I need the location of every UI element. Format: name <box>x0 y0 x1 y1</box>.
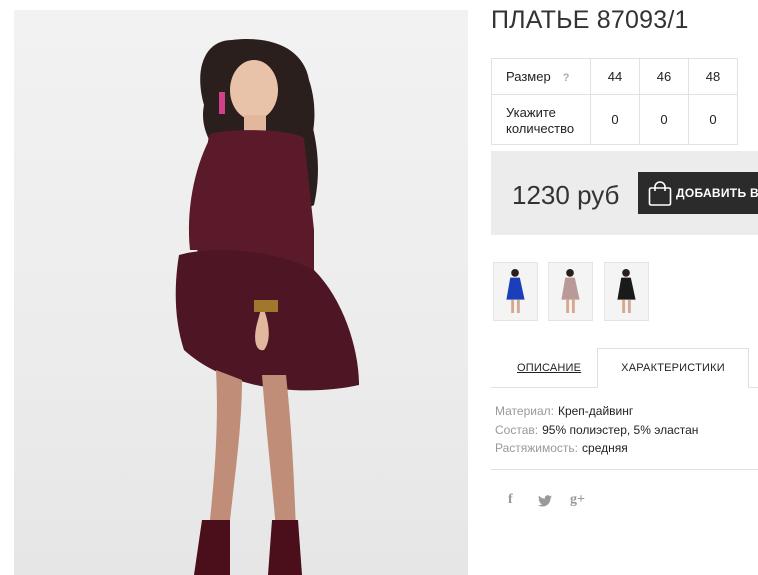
thumbnail-black-image <box>617 269 636 313</box>
product-photo[interactable] <box>14 10 468 575</box>
product-title: ПЛАТЬЕ 87093/1 <box>491 6 689 34</box>
size-label-cell: Размер? <box>491 58 591 95</box>
twitter-bird-icon <box>538 495 552 507</box>
tab-characteristics[interactable]: ХАРАКТЕРИСТИКИ <box>597 348 749 388</box>
product-photo-illustration <box>175 39 359 575</box>
thumbnail-black[interactable] <box>604 262 649 321</box>
spec-key: Состав: <box>495 423 539 437</box>
size-44: 44 <box>590 58 640 95</box>
thumbnail-beige-image <box>561 269 580 313</box>
spec-material: Материал: Креп-дайвинг <box>495 404 633 418</box>
twitter-icon[interactable] <box>538 494 552 510</box>
quantity-input-44[interactable]: 0 <box>590 94 640 145</box>
quantity-label-line1: Укажите <box>506 104 556 120</box>
quantity-label: Укажите количество <box>491 94 591 145</box>
help-icon[interactable]: ? <box>563 72 570 84</box>
size-row: Размер? 44 46 48 <box>491 58 738 95</box>
size-label: Размер <box>506 69 551 84</box>
quantity-label-line2: количество <box>506 120 575 136</box>
spec-value: средняя <box>582 441 628 455</box>
spec-key: Растяжимость: <box>495 441 579 455</box>
spec-stretch: Растяжимость: средняя <box>495 441 628 455</box>
section-divider <box>491 469 758 470</box>
size-46: 46 <box>639 58 689 95</box>
facebook-icon[interactable]: f <box>508 492 513 508</box>
spec-value: Креп-дайвинг <box>557 404 634 418</box>
googleplus-icon[interactable]: g+ <box>570 492 585 508</box>
thumbnail-beige[interactable] <box>548 262 593 321</box>
thumbnail-blue-image <box>506 269 525 313</box>
add-to-cart-button[interactable]: ДОБАВИТЬ В КОРЗИНУ <box>638 172 758 214</box>
tab-description[interactable]: ОПИСАНИЕ <box>517 362 581 374</box>
spec-key: Материал: <box>495 404 554 418</box>
size-48: 48 <box>688 58 738 95</box>
add-to-cart-label: ДОБАВИТЬ В КОРЗИНУ <box>676 186 758 200</box>
quantity-row: Укажите количество 0 0 0 <box>491 94 738 145</box>
spec-value: 95% полиэстер, 5% эластан <box>542 423 699 437</box>
spec-composition: Состав: 95% полиэстер, 5% эластан <box>495 423 698 437</box>
buy-box: 1230 руб ДОБАВИТЬ В КОРЗИНУ <box>491 151 758 235</box>
quantity-input-46[interactable]: 0 <box>639 94 689 145</box>
price: 1230 руб <box>512 180 620 210</box>
thumbnail-blue[interactable] <box>493 262 538 321</box>
quantity-input-48[interactable]: 0 <box>688 94 738 145</box>
size-table: Размер? 44 46 48 Укажите количество 0 0 … <box>491 58 738 145</box>
shopping-bag-icon <box>648 181 672 206</box>
